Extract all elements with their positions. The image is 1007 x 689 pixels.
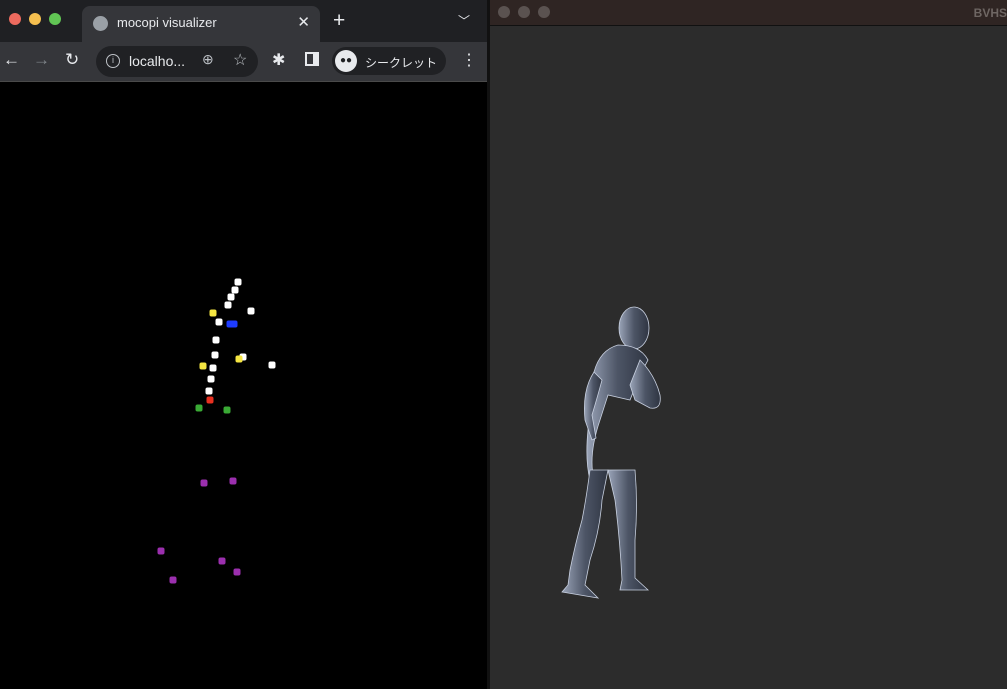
incognito-icon: ●●: [335, 50, 357, 72]
zoom-icon[interactable]: ⊕: [202, 51, 214, 68]
joint-marker-purple: [218, 557, 226, 565]
joint-marker-white: [247, 307, 255, 315]
joint-marker-yellow: [199, 362, 207, 370]
joint-marker-white: [209, 364, 217, 372]
joint-marker-purple: [233, 568, 241, 576]
joint-marker-white: [215, 318, 223, 326]
visualizer-canvas[interactable]: [0, 83, 487, 689]
joint-marker-white: [207, 375, 215, 383]
joint-marker-purple: [229, 477, 237, 485]
joint-marker-green: [195, 404, 203, 412]
toolbar: ← → ↻ i localho... ⊕ ☆ ✱ ●● シークレット ⋮: [0, 42, 487, 82]
joint-marker-white: [205, 387, 213, 395]
joint-marker-blue: [226, 320, 238, 328]
sidepanel-icon[interactable]: [305, 52, 319, 66]
star-icon[interactable]: ☆: [233, 50, 247, 70]
minimize-window-button[interactable]: [29, 13, 41, 25]
globe-icon: [93, 16, 108, 31]
reload-icon[interactable]: ↻: [65, 50, 79, 70]
joint-marker-white: [234, 278, 242, 286]
incognito-label: シークレット: [365, 56, 438, 70]
incognito-button[interactable]: ●● シークレット: [332, 47, 446, 75]
humanoid-model: [561, 306, 661, 599]
browser-window: mocopi visualizer ✕ + ﹀ ← → ↻ i localho.…: [0, 0, 487, 689]
back-icon[interactable]: ←: [3, 50, 20, 70]
forward-icon[interactable]: →: [33, 50, 50, 70]
joint-marker-purple: [200, 479, 208, 487]
plus-icon[interactable]: +: [333, 9, 345, 33]
close-window-button[interactable]: [9, 13, 21, 25]
joint-marker-white: [211, 351, 219, 359]
tab-title: mocopi visualizer: [117, 15, 217, 30]
url-text[interactable]: localho...: [129, 53, 185, 69]
address-bar[interactable]: i localho... ⊕ ☆: [96, 46, 258, 77]
maximize-window-button[interactable]: [49, 13, 61, 25]
extensions-icon[interactable]: ✱: [272, 50, 285, 70]
joint-marker-yellow: [235, 355, 243, 363]
more-icon[interactable]: ⋮: [461, 50, 477, 70]
joint-marker-white: [224, 301, 232, 309]
joint-marker-white: [268, 361, 276, 369]
chevron-down-icon[interactable]: ﹀: [458, 12, 470, 29]
joint-marker-purple: [157, 547, 165, 555]
joint-marker-white: [227, 293, 235, 301]
joint-marker-yellow: [209, 309, 217, 317]
tab-mocopi-visualizer[interactable]: mocopi visualizer ✕: [82, 6, 320, 42]
tab-bar: mocopi visualizer ✕ + ﹀: [0, 0, 487, 42]
joint-marker-purple: [169, 576, 177, 584]
bvh-window: BVHS: [490, 0, 1007, 689]
close-icon[interactable]: ✕: [297, 13, 310, 31]
joint-marker-green: [223, 406, 231, 414]
joint-marker-red: [206, 396, 214, 404]
joint-marker-white: [231, 286, 239, 294]
joint-marker-white: [212, 336, 220, 344]
info-icon[interactable]: i: [106, 54, 120, 68]
